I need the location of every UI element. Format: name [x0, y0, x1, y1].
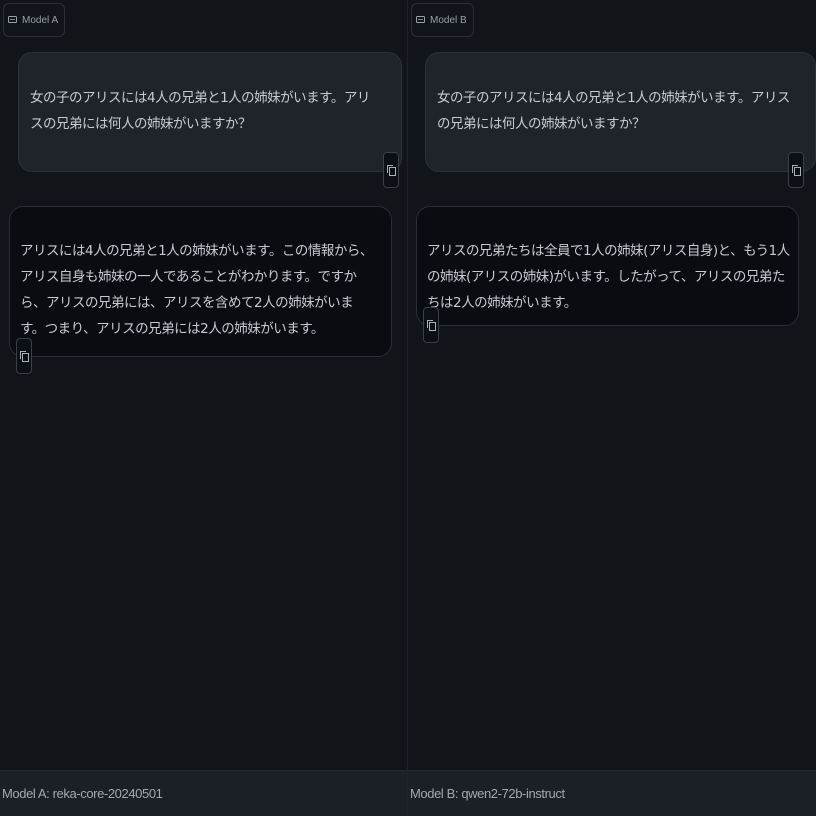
model-a-tag-label: Model A	[22, 14, 59, 26]
model-b-tag: Model B	[411, 3, 474, 37]
chat-icon	[416, 16, 425, 24]
assistant-message-text: アリスの兄弟たちは全員で1人の姉妹(アリス自身)と、もう1人の姉妹(アリスの姉妹…	[427, 243, 790, 311]
user-message-text: 女の子のアリスには4人の兄弟と1人の姉妹がいます。アリスの兄弟には何人の姉妹がい…	[30, 90, 370, 132]
copy-button[interactable]	[383, 152, 399, 188]
copy-icon	[791, 164, 801, 176]
model-b-footer: Model B: qwen2-72b-instruct	[408, 770, 816, 816]
chat-icon	[8, 16, 17, 24]
user-message: 女の子のアリスには4人の兄弟と1人の姉妹がいます。アリスの兄弟には何人の姉妹がい…	[425, 52, 816, 172]
user-message-text: 女の子のアリスには4人の兄弟と1人の姉妹がいます。アリスの兄弟には何人の姉妹がい…	[437, 90, 790, 132]
copy-button[interactable]	[788, 152, 804, 188]
model-b-tag-label: Model B	[430, 14, 467, 26]
copy-icon	[19, 350, 29, 362]
model-a-panel: Model A 女の子のアリスには4人の兄弟と1人の姉妹がいます。アリスの兄弟に…	[0, 0, 408, 816]
copy-button[interactable]	[16, 338, 32, 374]
copy-icon	[426, 319, 436, 331]
model-a-name: Model A: reka-core-20240501	[2, 786, 163, 801]
copy-button[interactable]	[423, 307, 439, 343]
model-b-name: Model B: qwen2-72b-instruct	[410, 786, 565, 801]
assistant-message: アリスには4人の兄弟と1人の姉妹がいます。この情報から、アリス自身も姉妹の一人で…	[9, 206, 392, 357]
model-a-footer: Model A: reka-core-20240501	[0, 770, 407, 816]
user-message: 女の子のアリスには4人の兄弟と1人の姉妹がいます。アリスの兄弟には何人の姉妹がい…	[18, 52, 402, 172]
assistant-message: アリスの兄弟たちは全員で1人の姉妹(アリス自身)と、もう1人の姉妹(アリスの姉妹…	[416, 206, 799, 326]
assistant-message-text: アリスには4人の兄弟と1人の姉妹がいます。この情報から、アリス自身も姉妹の一人で…	[20, 243, 373, 337]
copy-icon	[386, 164, 396, 176]
arena-compare-view: Model A 女の子のアリスには4人の兄弟と1人の姉妹がいます。アリスの兄弟に…	[0, 0, 816, 816]
model-a-tag: Model A	[3, 3, 66, 37]
model-b-panel: Model B 女の子のアリスには4人の兄弟と1人の姉妹がいます。アリスの兄弟に…	[408, 0, 816, 816]
